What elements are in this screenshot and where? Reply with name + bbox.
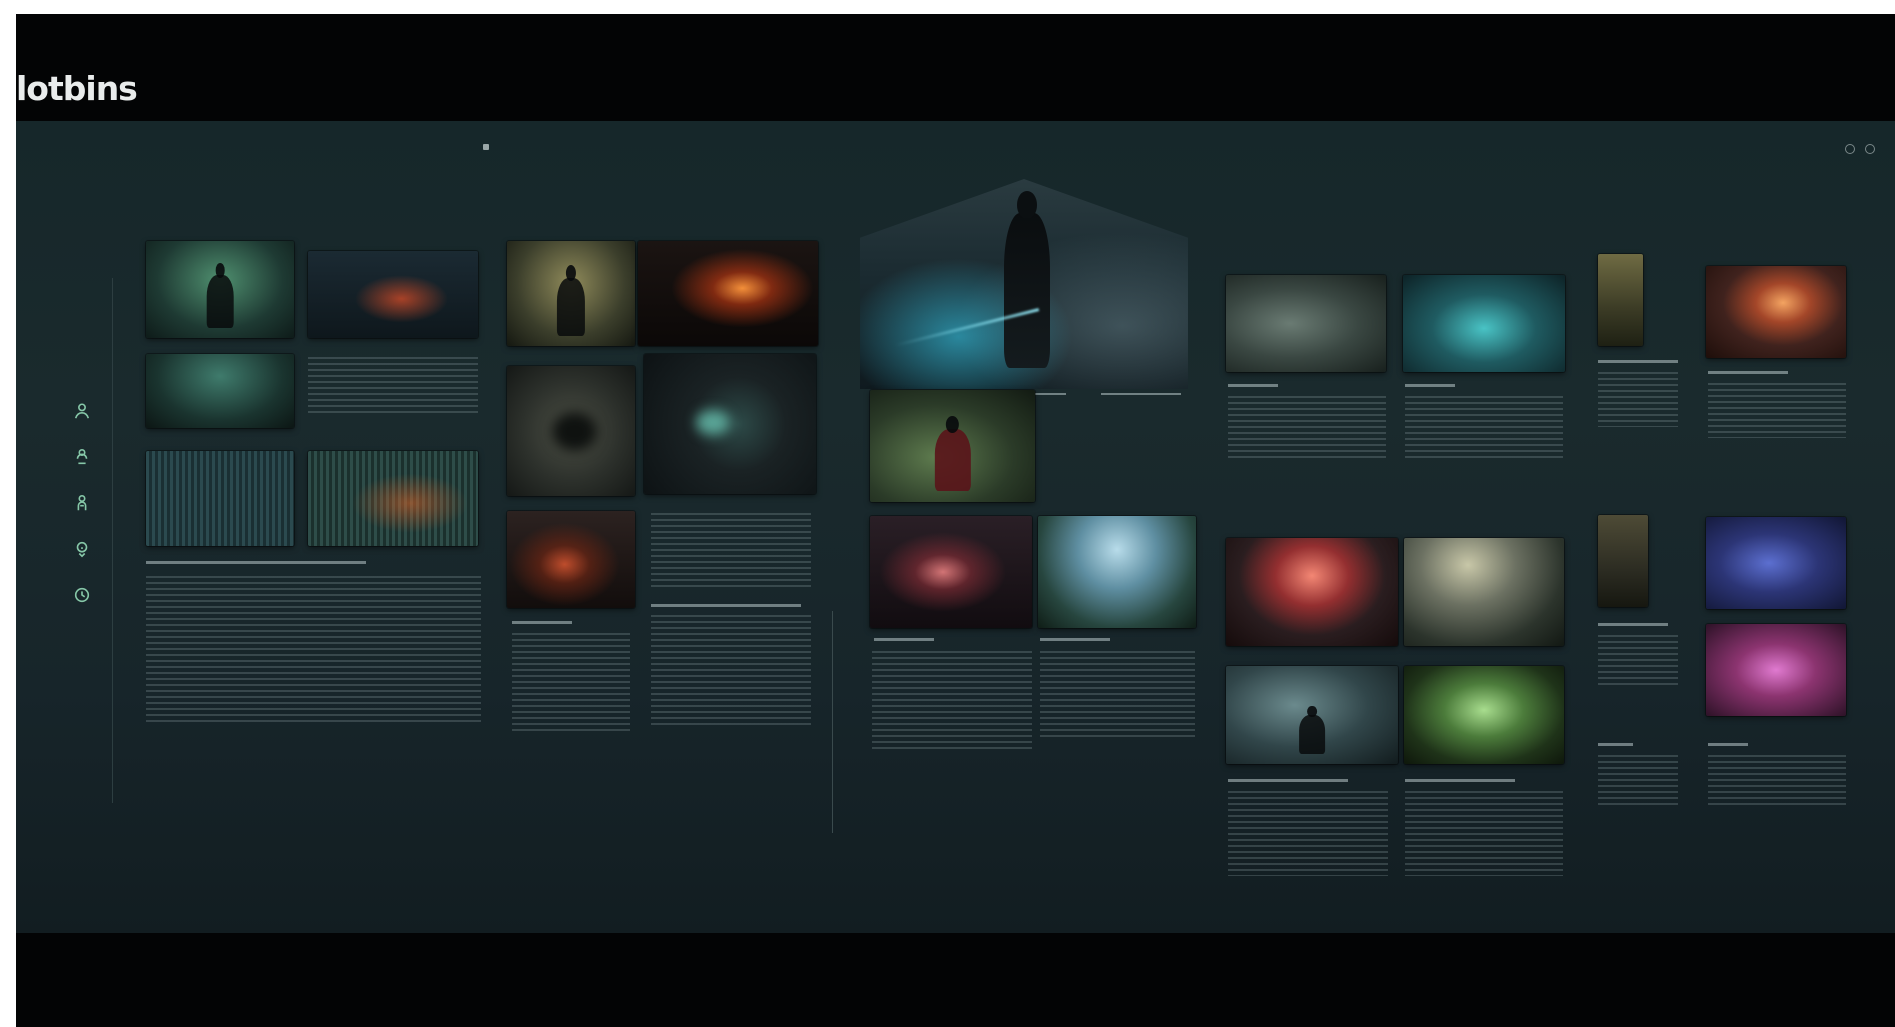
gallery-thumbnail[interactable] [1598, 254, 1643, 346]
nav-logo-icon[interactable] [483, 144, 489, 150]
gallery-thumbnail[interactable] [1226, 666, 1398, 764]
group-icon[interactable] [72, 447, 92, 467]
app-frame: lotbins [16, 14, 1895, 1027]
caption-heading [1598, 623, 1668, 626]
clock-icon[interactable] [72, 585, 92, 605]
gallery-thumbnail[interactable] [638, 241, 818, 346]
settings-icon[interactable] [1845, 144, 1855, 154]
column-divider [832, 611, 833, 833]
person-icon[interactable] [72, 401, 92, 421]
gallery-thumbnail[interactable] [1038, 516, 1196, 628]
caption-heading [1598, 360, 1678, 363]
article-text [1598, 755, 1678, 805]
article-text [1708, 755, 1846, 805]
thumbnail-figure [934, 415, 971, 491]
side-toolbar [72, 401, 92, 605]
caption-heading [874, 638, 934, 641]
hero-tag [883, 171, 884, 177]
article-text [872, 651, 1032, 751]
thumbnail-figure [1299, 706, 1325, 755]
gallery-screen [16, 121, 1895, 933]
caption-heading [1708, 743, 1748, 746]
article-text [1405, 396, 1563, 461]
caption-heading [1040, 638, 1110, 641]
article-text [1228, 791, 1388, 876]
gallery-thumbnail[interactable] [870, 516, 1032, 628]
gallery-thumbnail[interactable] [870, 390, 1035, 502]
gallery-thumbnail[interactable] [146, 354, 294, 428]
nav-item-2[interactable] [549, 144, 565, 150]
gallery-thumbnail[interactable] [308, 251, 478, 338]
side-rail-divider [112, 278, 113, 803]
hero-caption [1101, 393, 1181, 395]
thumbnail-figure [206, 263, 234, 329]
bottom-band [16, 933, 1895, 1027]
article-text [146, 576, 481, 724]
caption-heading [512, 621, 572, 624]
article-text [1228, 396, 1386, 461]
gallery-thumbnail[interactable] [507, 241, 635, 346]
page-title: lotbins [16, 69, 138, 108]
top-right-controls [1845, 144, 1875, 154]
section-heading [146, 561, 366, 564]
caption-heading [1228, 384, 1278, 387]
article-text [1405, 791, 1563, 876]
article-text [1708, 383, 1846, 438]
article-text [651, 615, 811, 725]
article-text [1598, 372, 1678, 427]
caption-heading [1708, 371, 1788, 374]
gallery-thumbnail[interactable] [1706, 624, 1846, 716]
text-block [308, 357, 478, 417]
gallery-thumbnail[interactable] [1226, 275, 1386, 372]
article-text [1040, 651, 1195, 741]
top-nav [483, 144, 592, 150]
gallery-thumbnail[interactable] [644, 354, 816, 494]
gallery-thumbnail[interactable] [146, 451, 294, 546]
gallery-thumbnail[interactable] [1598, 515, 1648, 607]
gallery-thumbnail[interactable] [1403, 275, 1565, 372]
article-text [512, 633, 630, 733]
article-text [1598, 635, 1678, 685]
nav-item-3[interactable] [587, 144, 593, 150]
figure-icon[interactable] [72, 493, 92, 513]
thumbnail-shape [551, 411, 597, 451]
caption-heading [1228, 779, 1348, 782]
key-icon[interactable] [72, 539, 92, 559]
gallery-thumbnail[interactable] [1706, 266, 1846, 358]
gallery-thumbnail[interactable] [1706, 517, 1846, 609]
hero-image[interactable] [860, 179, 1188, 389]
gallery-thumbnail[interactable] [308, 451, 478, 546]
gallery-thumbnail[interactable] [1404, 538, 1564, 646]
caption-heading [1405, 384, 1455, 387]
gallery-thumbnail[interactable] [146, 241, 294, 338]
gallery-thumbnail[interactable] [1404, 666, 1564, 764]
caption-heading [1405, 779, 1515, 782]
caption-heading [1598, 743, 1633, 746]
nav-item-1[interactable] [511, 144, 527, 150]
account-icon[interactable] [1865, 144, 1875, 154]
text-block [651, 513, 811, 588]
gallery-thumbnail[interactable] [1226, 538, 1398, 646]
caption-heading [651, 604, 801, 607]
gallery-thumbnail[interactable] [507, 366, 635, 496]
gallery-thumbnail[interactable] [507, 511, 635, 608]
thumbnail-shape [695, 410, 730, 436]
hero-figure [1004, 190, 1051, 368]
thumbnail-figure [556, 265, 586, 336]
